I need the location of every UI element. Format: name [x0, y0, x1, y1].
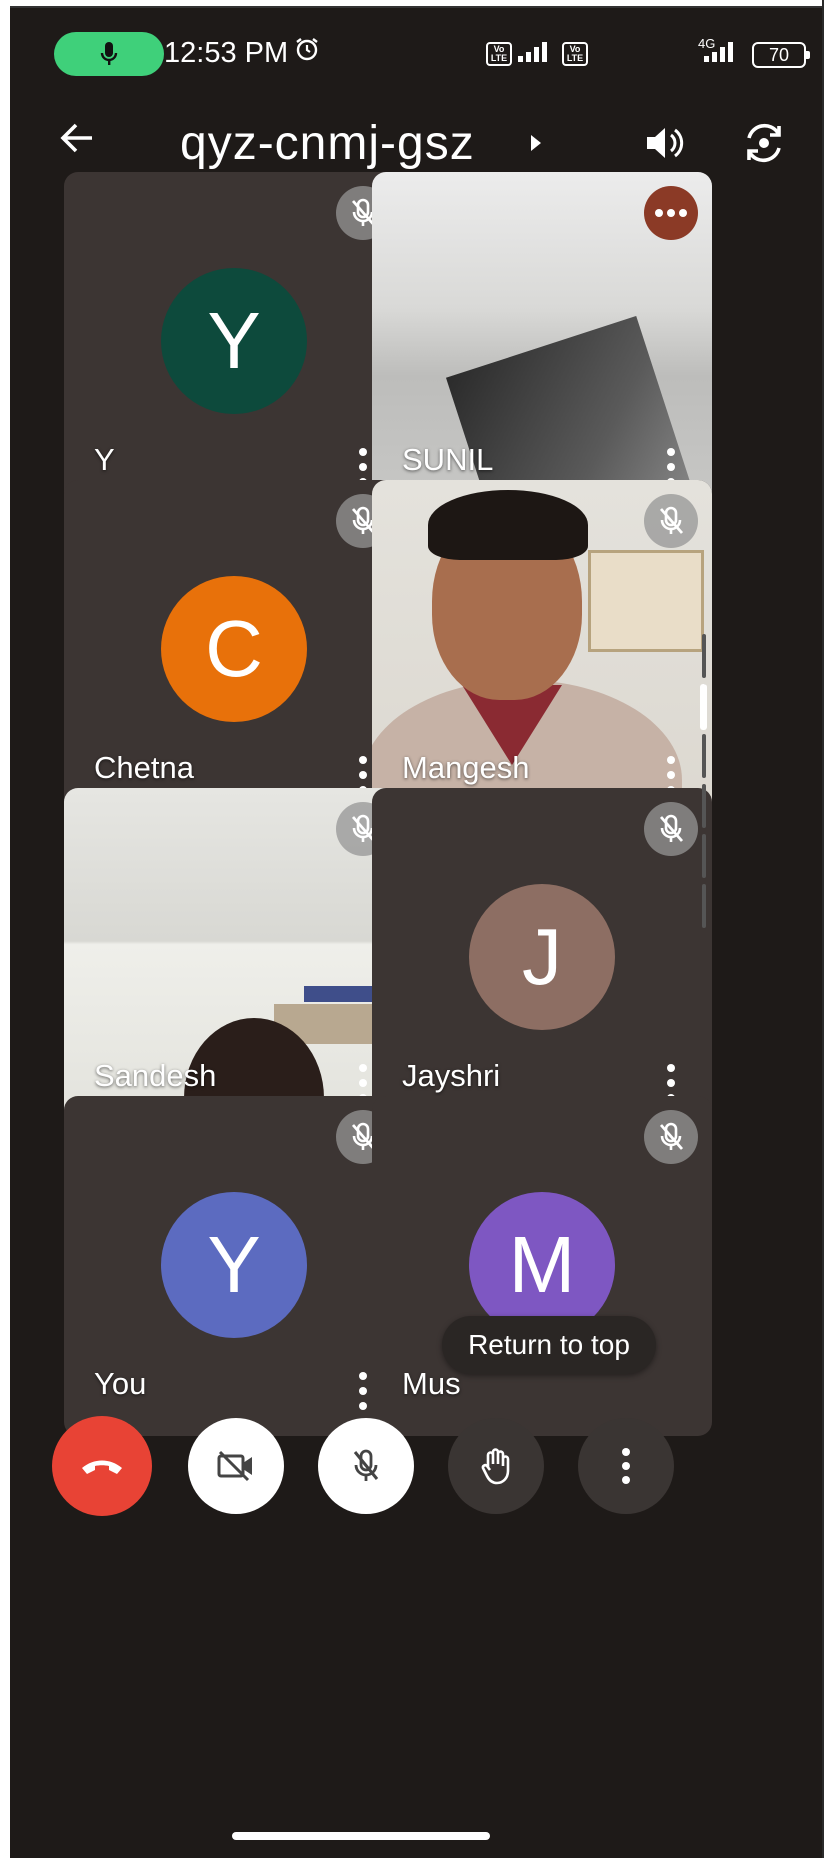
avatar-initial: M [508, 1220, 576, 1309]
participant-name: Jayshri [402, 1058, 501, 1093]
avatar: J [469, 884, 615, 1030]
volte-icon: Vo LTE [486, 42, 512, 66]
return-to-top-button[interactable]: Return to top [442, 1316, 656, 1374]
volte-icon: Vo LTE [562, 42, 588, 66]
avatar: C [161, 576, 307, 722]
participant-name: SUNIL [402, 442, 494, 477]
participant-options-button[interactable] [358, 1372, 368, 1410]
avatar-initial: C [205, 604, 263, 693]
mic-off-icon [353, 1449, 379, 1481]
participant-tile-y[interactable]: Y Y [64, 172, 404, 512]
avatar-initial: J [522, 912, 562, 1001]
participant-tile-you[interactable]: Y You [64, 1096, 404, 1436]
back-button[interactable] [60, 122, 94, 159]
battery-level: 70 [768, 44, 790, 65]
mic-toggle-button[interactable] [318, 1418, 414, 1514]
scrollbar-track [702, 634, 706, 934]
speaker-button[interactable] [644, 124, 684, 167]
raise-hand-icon [481, 1448, 510, 1485]
participant-tile-chetna[interactable]: C Chetna [64, 480, 404, 820]
end-call-button[interactable] [52, 1416, 152, 1516]
participant-name: Mus [402, 1366, 461, 1401]
camera-toggle-button[interactable] [188, 1418, 284, 1514]
avatar: Y [161, 1192, 307, 1338]
participant-tile-mus[interactable]: M Mus [372, 1096, 712, 1436]
participant-tile-mangesh[interactable]: Mangesh [372, 480, 712, 820]
avatar-initial: Y [207, 296, 261, 385]
participant-name: Chetna [94, 750, 194, 785]
speaker-icon [647, 128, 684, 158]
hang-up-icon [82, 1460, 122, 1474]
participant-name: Sandesh [94, 1058, 217, 1093]
avatar: Y [161, 268, 307, 414]
participant-tile-sunil[interactable]: SUNIL [372, 172, 712, 512]
raise-hand-button[interactable] [448, 1418, 544, 1514]
screenshot-right-edge [822, 0, 824, 1858]
mic-off-icon [644, 1110, 698, 1164]
caret-right-icon[interactable] [530, 134, 542, 157]
more-options-button[interactable] [578, 1418, 674, 1514]
signal-strength-icon [518, 42, 547, 62]
home-indicator[interactable] [232, 1832, 490, 1840]
participant-tile-jayshri[interactable]: J Jayshri [372, 788, 712, 1128]
arrow-back-icon [60, 123, 92, 153]
status-bar: 12:53 PM Vo LTE Vo LTE 4G 70 [10, 8, 822, 88]
alarm-icon [294, 36, 320, 67]
participant-tile-sandesh[interactable]: Sandesh [64, 788, 404, 1128]
scrollbar-thumb[interactable] [700, 684, 707, 730]
participant-name: Y [94, 442, 115, 477]
participant-name: Mangesh [402, 750, 530, 785]
mic-off-icon [644, 494, 698, 548]
microphone-icon [100, 42, 118, 65]
avatar-initial: Y [207, 1220, 261, 1309]
meet-call-screen: 12:53 PM Vo LTE Vo LTE 4G 70 qyz-cnmj-gsz … [10, 8, 822, 1858]
switch-camera-button[interactable] [742, 122, 786, 169]
call-controls [10, 1416, 822, 1528]
meeting-code[interactable]: qyz-cnmj-gsz [180, 116, 475, 171]
speaking-indicator-icon [644, 186, 698, 240]
clock: 12:53 PM [164, 37, 289, 69]
mic-in-use-indicator[interactable] [54, 32, 164, 76]
switch-camera-icon [747, 123, 781, 163]
camera-off-icon [217, 1450, 252, 1482]
participant-name: You [94, 1366, 147, 1401]
mic-off-icon [644, 802, 698, 856]
signal-strength-icon [704, 42, 733, 62]
more-vert-icon [622, 1448, 630, 1484]
screenshot-top-edge [10, 0, 822, 8]
battery-icon: 70 [752, 42, 810, 68]
